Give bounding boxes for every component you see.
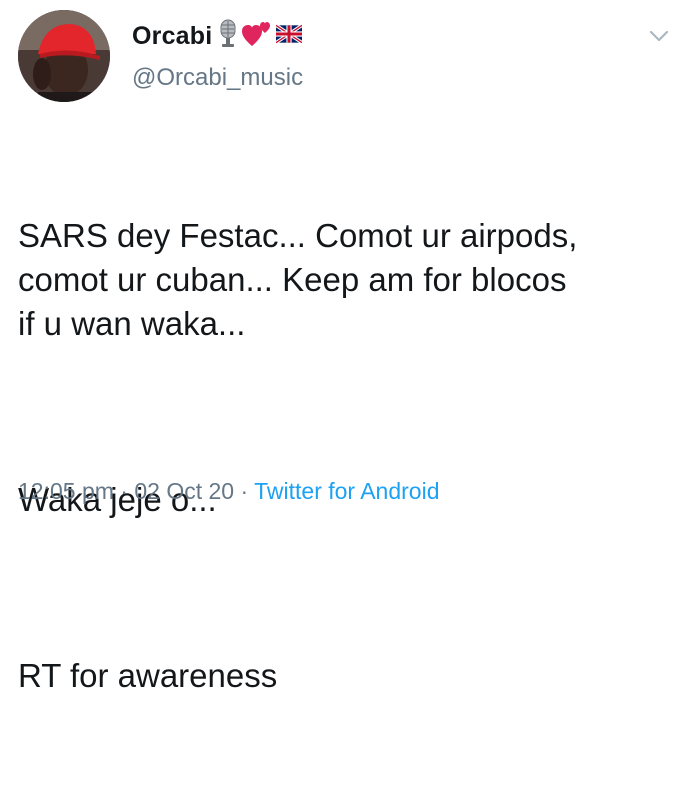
microphone-icon bbox=[218, 19, 238, 54]
tweet-time[interactable]: 12:05 pm bbox=[18, 478, 114, 504]
tweet-source-link[interactable]: Twitter for Android bbox=[254, 478, 439, 504]
chevron-down-icon[interactable] bbox=[648, 28, 670, 44]
uk-flag-icon bbox=[275, 23, 304, 49]
avatar[interactable] bbox=[18, 10, 110, 102]
tweet-card: Orcabi @Orcabi_music SARS dey Festac... … bbox=[0, 0, 680, 694]
meta-separator: · bbox=[234, 478, 255, 504]
tweet-meta: 12:05 pm · 02 Oct 20 · Twitter for Andro… bbox=[18, 478, 439, 505]
tweet-header: Orcabi @Orcabi_music bbox=[132, 18, 306, 92]
meta-separator: · bbox=[113, 478, 135, 504]
name-emojis bbox=[218, 19, 306, 54]
hearts-icon bbox=[242, 20, 272, 53]
avatar-image bbox=[18, 10, 110, 102]
tweet-text: SARS dey Festac... Comot ur airpods, com… bbox=[18, 126, 668, 786]
tweet-date[interactable]: 02 Oct 20 bbox=[134, 478, 234, 504]
name-row: Orcabi bbox=[132, 18, 306, 54]
tweet-paragraph: SARS dey Festac... Comot ur airpods, com… bbox=[18, 217, 578, 342]
display-name[interactable]: Orcabi bbox=[132, 22, 212, 51]
tweet-paragraph: RT for awareness bbox=[18, 657, 278, 694]
user-handle[interactable]: @Orcabi_music bbox=[132, 64, 306, 92]
